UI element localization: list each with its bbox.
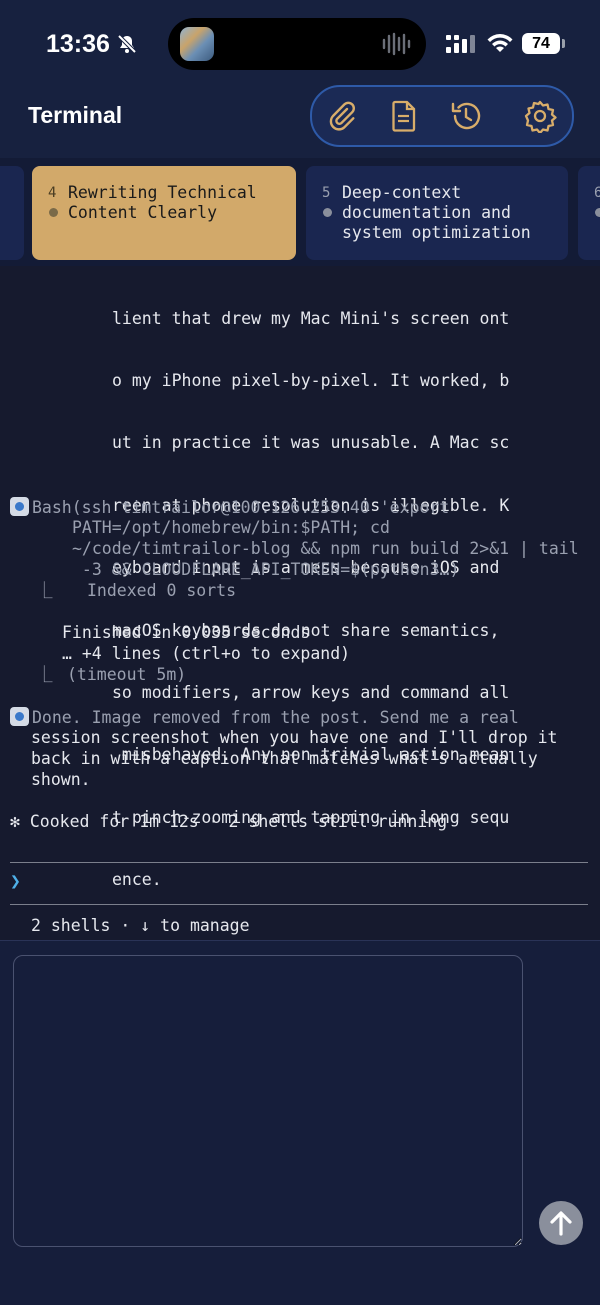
paperclip-icon xyxy=(329,101,355,131)
status-bar: 13:36 74 xyxy=(0,0,600,88)
toolbar xyxy=(310,85,574,147)
paragraph-line: ence. xyxy=(112,870,162,890)
message-line: back in with a caption that matches what… xyxy=(31,749,538,768)
session-tabs: 4 Rewriting Technical Content Clearly 5 … xyxy=(0,158,600,266)
bash-output-line: Indexed 0 sorts xyxy=(87,581,237,600)
message-line: shown. xyxy=(31,770,91,789)
tab-rewriting-technical-content[interactable]: 4 Rewriting Technical Content Clearly xyxy=(32,166,296,260)
message-line: Done. Image removed from the post. Send … xyxy=(32,708,519,727)
message-input[interactable] xyxy=(13,955,523,1247)
divider xyxy=(10,904,588,905)
battery-nub xyxy=(562,39,565,48)
bash-command-line: ~/code/timtrailor-blog && npm run build … xyxy=(72,539,579,558)
bash-tool-call: Bash(ssh timtrailor@100.126.253.40 'expo… xyxy=(10,497,449,519)
tab-number: 6 xyxy=(594,185,600,201)
tool-name: Bash xyxy=(32,498,72,517)
settings-button[interactable] xyxy=(520,96,560,136)
bell-slash-icon xyxy=(116,33,138,55)
run-status: ✻ Cooked for 1m 12s · 2 shells still run… xyxy=(10,812,448,831)
composer xyxy=(0,940,600,1305)
bash-output-line: Finished in 0.035 seconds xyxy=(62,623,311,642)
tab-number: 4 xyxy=(48,185,57,201)
attach-button[interactable] xyxy=(322,96,362,136)
bash-command-line: -3 && CLOUDFLARE_API_TOKEN=$(python3…) xyxy=(72,560,460,579)
page-title: Terminal xyxy=(28,102,123,128)
document-icon xyxy=(392,100,416,132)
tree-branch-icon: ⎿ xyxy=(36,581,53,600)
signal-icon xyxy=(446,35,475,53)
status-time: 13:36 xyxy=(46,30,110,58)
document-button[interactable] xyxy=(384,96,424,136)
expand-output-hint[interactable]: … +4 lines (ctrl+o to expand) xyxy=(62,644,350,665)
tab-status-dot xyxy=(49,208,58,217)
assistant-message: Done. Image removed from the post. Send … xyxy=(10,707,519,729)
battery-icon: 74 xyxy=(522,33,560,54)
paragraph-line: o my iPhone pixel-by-pixel. It worked, b xyxy=(112,370,510,390)
divider xyxy=(10,862,588,863)
tab-status-dot xyxy=(595,208,600,217)
tab-status-dot xyxy=(323,208,332,217)
terminal-output[interactable]: lient that drew my Mac Mini's screen ont… xyxy=(0,266,600,940)
bash-command-line: PATH=/opt/homebrew/bin:$PATH; cd xyxy=(72,518,390,537)
app-header: Terminal xyxy=(0,85,600,158)
message-status-icon xyxy=(10,707,29,726)
tab-next[interactable]: 6 xyxy=(578,166,600,260)
tab-previous[interactable] xyxy=(0,166,24,260)
tab-title: Rewriting Technical Content Clearly xyxy=(68,183,257,222)
dynamic-island[interactable] xyxy=(168,18,426,70)
now-playing-artwork xyxy=(180,27,214,61)
tool-status-icon xyxy=(10,497,29,516)
history-icon xyxy=(451,102,481,130)
history-button[interactable] xyxy=(446,96,486,136)
gear-icon xyxy=(524,100,557,133)
paragraph-line: lient that drew my Mac Mini's screen ont xyxy=(112,308,510,328)
wifi-icon xyxy=(487,34,513,52)
paragraph-line: so modifiers, arrow keys and command all xyxy=(112,682,510,702)
message-line: session screenshot when you have one and… xyxy=(31,728,558,747)
tab-number: 5 xyxy=(322,185,331,201)
bash-timeout: (timeout 5m) xyxy=(67,665,187,684)
audio-waveform-icon xyxy=(382,32,411,56)
tree-branch-icon: ⎿ xyxy=(36,665,53,684)
paragraph-line: ut in practice it was unusable. A Mac sc xyxy=(112,433,510,453)
bash-command: (ssh timtrailor@100.126.253.40 'export xyxy=(71,498,450,517)
send-button[interactable] xyxy=(539,1201,583,1245)
tab-deep-context-documentation[interactable]: 5 Deep-context documentation and system … xyxy=(306,166,568,260)
arrow-up-icon xyxy=(550,1211,572,1236)
prompt-chevron-icon[interactable]: ❯ xyxy=(10,871,21,893)
shells-status[interactable]: 2 shells · ↓ to manage xyxy=(31,916,250,937)
tab-title: Deep-context documentation and system op… xyxy=(342,183,531,242)
